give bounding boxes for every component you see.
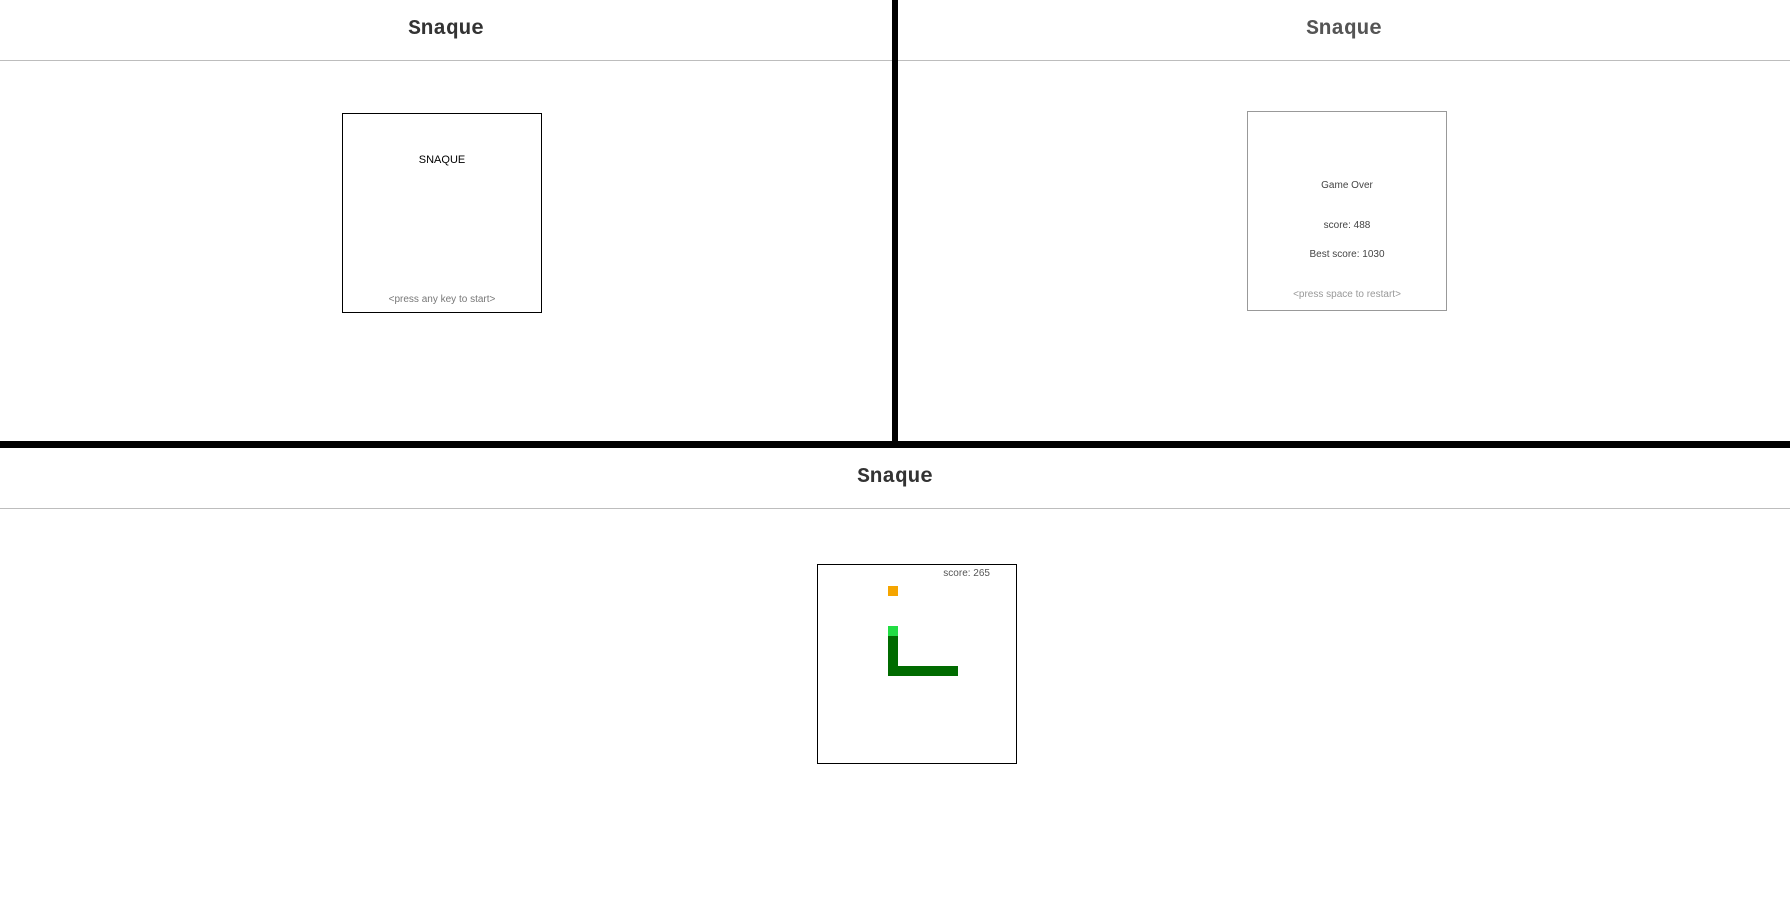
- game-over-heading: Game Over: [1321, 180, 1373, 191]
- page-title: Snaque: [0, 0, 892, 61]
- snake-head: [888, 626, 898, 636]
- page-title: Snaque: [0, 448, 1790, 509]
- start-screen-panel: Snaque SNAQUE <press any key to start>: [0, 0, 892, 441]
- game-canvas[interactable]: score: 265: [817, 564, 1017, 764]
- score-hud: score: 265: [943, 568, 990, 579]
- food: [888, 586, 898, 596]
- game-canvas[interactable]: Game Over score: 488 Best score: 1030 <p…: [1247, 111, 1447, 311]
- playing-panel: Snaque score: 265: [0, 448, 1790, 897]
- page-title: Snaque: [898, 0, 1790, 61]
- game-heading: SNAQUE: [418, 154, 466, 166]
- game-over-panel: Snaque Game Over score: 488 Best score: …: [898, 0, 1790, 441]
- score-text: score: 488: [1323, 220, 1371, 231]
- snake-body: [888, 666, 958, 676]
- horizontal-divider: [0, 441, 1790, 448]
- best-score-text: Best score: 1030: [1309, 249, 1385, 260]
- restart-prompt: <press space to restart>: [1293, 289, 1401, 300]
- start-prompt: <press any key to start>: [388, 294, 496, 305]
- game-canvas[interactable]: SNAQUE <press any key to start>: [342, 113, 542, 313]
